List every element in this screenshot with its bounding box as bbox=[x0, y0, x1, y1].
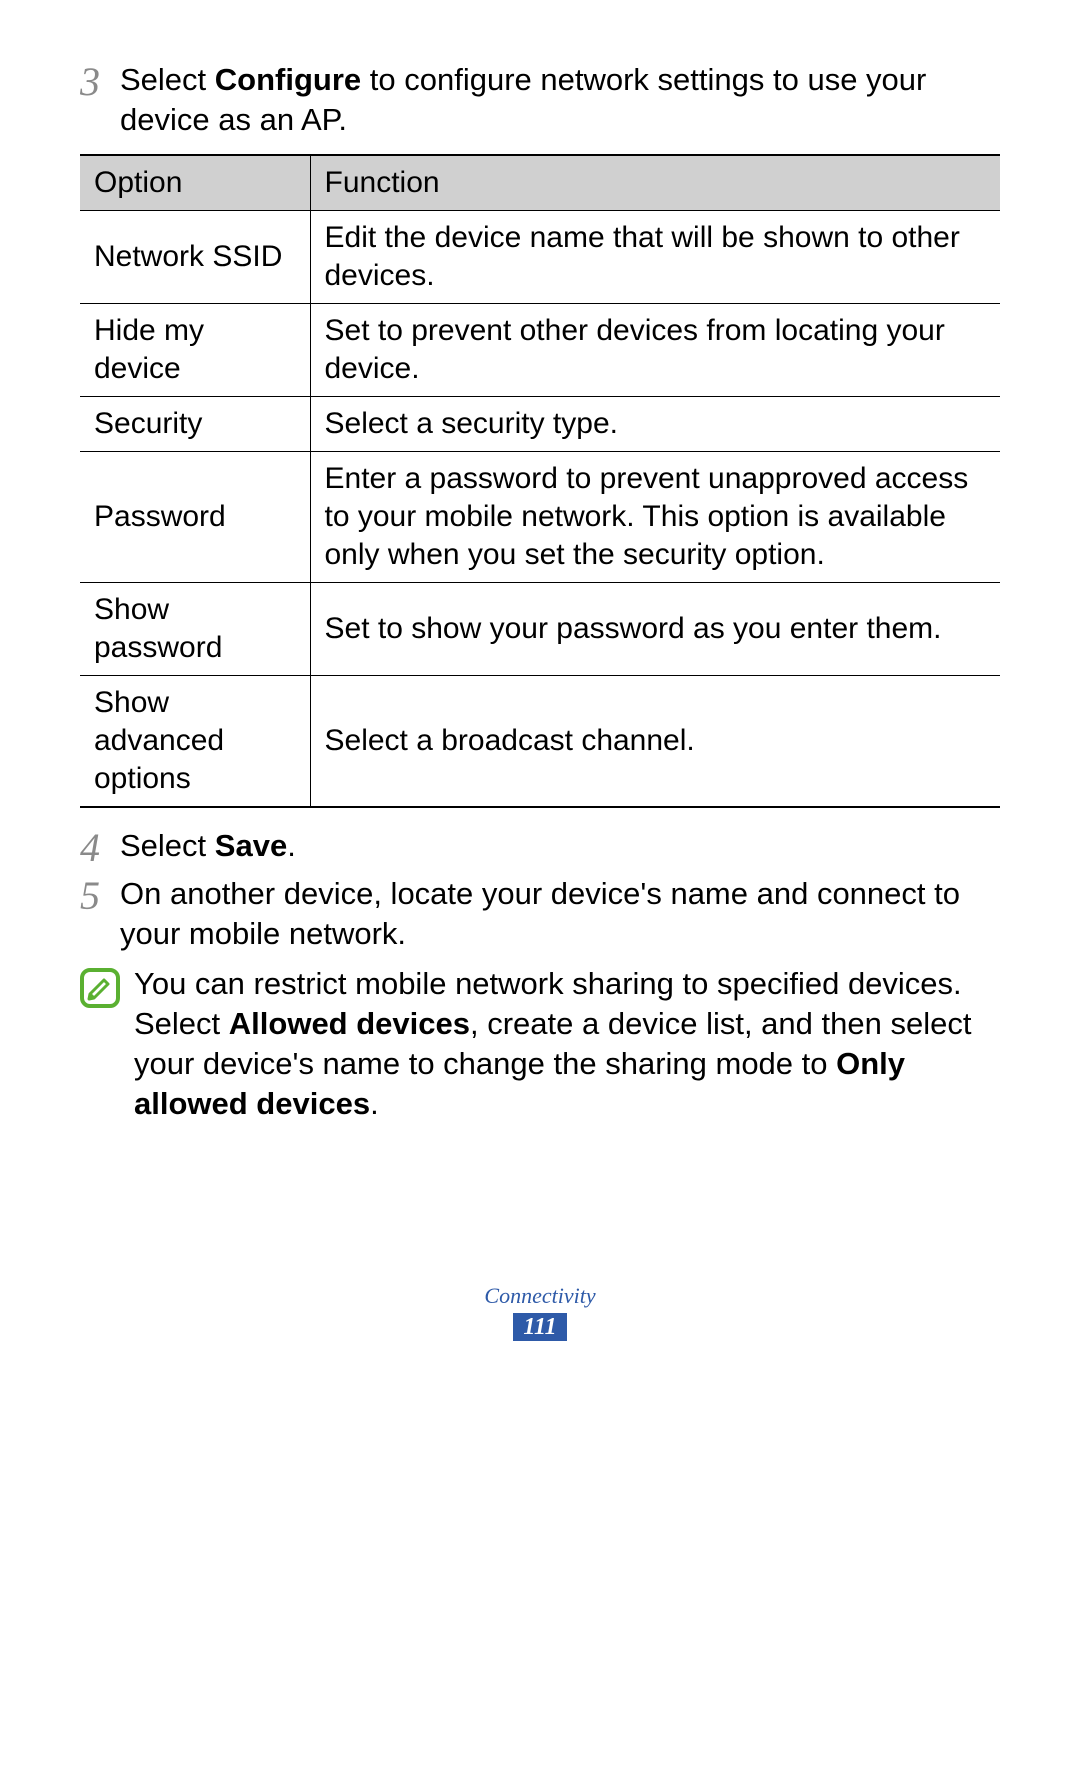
table-row: Show password Set to show your password … bbox=[80, 583, 1000, 676]
cell-option: Network SSID bbox=[80, 211, 310, 304]
cell-option: Show advanced options bbox=[80, 676, 310, 808]
text: Select bbox=[120, 828, 215, 863]
options-table: Option Function Network SSID Edit the de… bbox=[80, 154, 1000, 808]
bold-text: Allowed devices bbox=[229, 1006, 470, 1041]
page-footer: Connectivity 111 bbox=[0, 1283, 1080, 1341]
section-title: Connectivity bbox=[0, 1283, 1080, 1309]
cell-option: Password bbox=[80, 452, 310, 583]
table-row: Security Select a security type. bbox=[80, 397, 1000, 452]
manual-page: 3 Select Configure to configure network … bbox=[0, 0, 1080, 1771]
bold-text: Configure bbox=[215, 62, 361, 97]
cell-function: Select a broadcast channel. bbox=[310, 676, 1000, 808]
table-row: Password Enter a password to prevent una… bbox=[80, 452, 1000, 583]
text: . bbox=[287, 828, 296, 863]
text: . bbox=[370, 1086, 379, 1121]
cell-function: Edit the device name that will be shown … bbox=[310, 211, 1000, 304]
step-text: On another device, locate your device's … bbox=[120, 874, 1000, 954]
table-row: Network SSID Edit the device name that w… bbox=[80, 211, 1000, 304]
step-number: 3 bbox=[80, 60, 120, 102]
step-text: Select Save. bbox=[120, 826, 296, 866]
cell-option: Show password bbox=[80, 583, 310, 676]
step-5: 5 On another device, locate your device'… bbox=[80, 874, 1000, 954]
col-header-function: Function bbox=[310, 155, 1000, 211]
note-icon bbox=[80, 968, 120, 1008]
step-number: 4 bbox=[80, 826, 120, 868]
page-number: 111 bbox=[513, 1313, 566, 1341]
step-text: Select Configure to configure network se… bbox=[120, 60, 1000, 140]
step-4: 4 Select Save. bbox=[80, 826, 1000, 868]
cell-function: Select a security type. bbox=[310, 397, 1000, 452]
bold-text: Save bbox=[215, 828, 287, 863]
cell-function: Enter a password to prevent unapproved a… bbox=[310, 452, 1000, 583]
col-header-option: Option bbox=[80, 155, 310, 211]
step-number: 5 bbox=[80, 874, 120, 916]
cell-function: Set to prevent other devices from locati… bbox=[310, 304, 1000, 397]
table-row: Show advanced options Select a broadcast… bbox=[80, 676, 1000, 808]
table-row: Hide my device Set to prevent other devi… bbox=[80, 304, 1000, 397]
text: Select bbox=[120, 62, 215, 97]
cell-function: Set to show your password as you enter t… bbox=[310, 583, 1000, 676]
note-block: You can restrict mobile network sharing … bbox=[80, 964, 1000, 1124]
cell-option: Hide my device bbox=[80, 304, 310, 397]
step-3: 3 Select Configure to configure network … bbox=[80, 60, 1000, 140]
cell-option: Security bbox=[80, 397, 310, 452]
table-header-row: Option Function bbox=[80, 155, 1000, 211]
note-text: You can restrict mobile network sharing … bbox=[134, 964, 1000, 1124]
